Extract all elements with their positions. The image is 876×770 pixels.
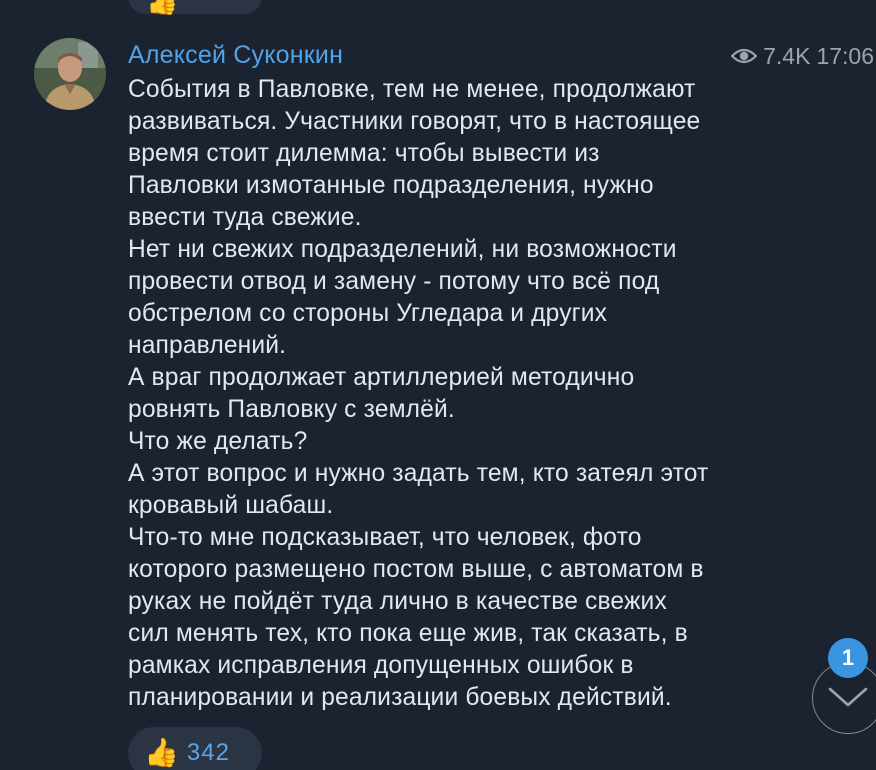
chevron-down-icon <box>828 687 868 707</box>
message-line: Павловки измотанные подразделения, нужно <box>128 172 654 199</box>
message-time: 17:06 <box>816 43 874 69</box>
reaction-thumbs-up[interactable]: 👍 342 <box>128 727 262 770</box>
message-line: А этот вопрос и нужно задать тем, кто за… <box>128 460 709 487</box>
message-line: руках не пойдёт туда лично в качестве св… <box>128 588 667 615</box>
avatar-photo <box>34 38 106 110</box>
message-line: События в Павловке, тем не менее, продол… <box>128 76 696 103</box>
message-line: которого размещено постом выше, с автома… <box>128 556 704 583</box>
message-line: провести отвод и замену - потому что всё… <box>128 268 660 295</box>
message-line: Что-то мне подсказывает, что человек, фо… <box>128 524 642 551</box>
message-line: направлений. <box>128 332 287 359</box>
message-line: кровавый шабаш. <box>128 492 334 519</box>
message-meta: 7.4K 17:06 <box>731 42 874 70</box>
message-line: Что же делать? <box>128 428 308 455</box>
message-line: планировании и реализации боевых действи… <box>128 684 672 711</box>
view-count: 7.4K <box>763 43 811 69</box>
message-line: обстрелом со стороны Угледара и других <box>128 300 608 327</box>
message-text: События в Павловке, тем не менее, продол… <box>128 74 808 714</box>
chat-view: 👍 Алексей Суконкин 7.4K 17:06 События в … <box>0 0 876 770</box>
message-line: рамках исправления допущенных ошибок в <box>128 652 634 679</box>
previous-message-reaction[interactable]: 👍 <box>128 0 262 14</box>
message-line: ровнять Павловку с землёй. <box>128 396 455 423</box>
message-line: время стоит дилемма: чтобы вывести из <box>128 140 600 167</box>
thumbs-up-icon: 👍 <box>146 0 179 16</box>
reaction-count: 342 <box>186 739 230 766</box>
sender-name[interactable]: Алексей Суконкин <box>128 40 343 70</box>
eye-icon <box>731 48 758 64</box>
thumbs-up-icon: 👍 <box>144 737 179 768</box>
message-line: ввести туда свежие. <box>128 204 362 231</box>
message-line: развиваться. Участники говорят, что в на… <box>128 108 701 135</box>
avatar[interactable] <box>34 38 106 110</box>
unread-badge: 1 <box>828 638 868 678</box>
message-line: А враг продолжает артиллерией методично <box>128 364 635 391</box>
message-line: сил менять тех, кто пока еще жив, так ск… <box>128 620 688 647</box>
message-line: Нет ни свежих подразделений, ни возможно… <box>128 236 677 263</box>
